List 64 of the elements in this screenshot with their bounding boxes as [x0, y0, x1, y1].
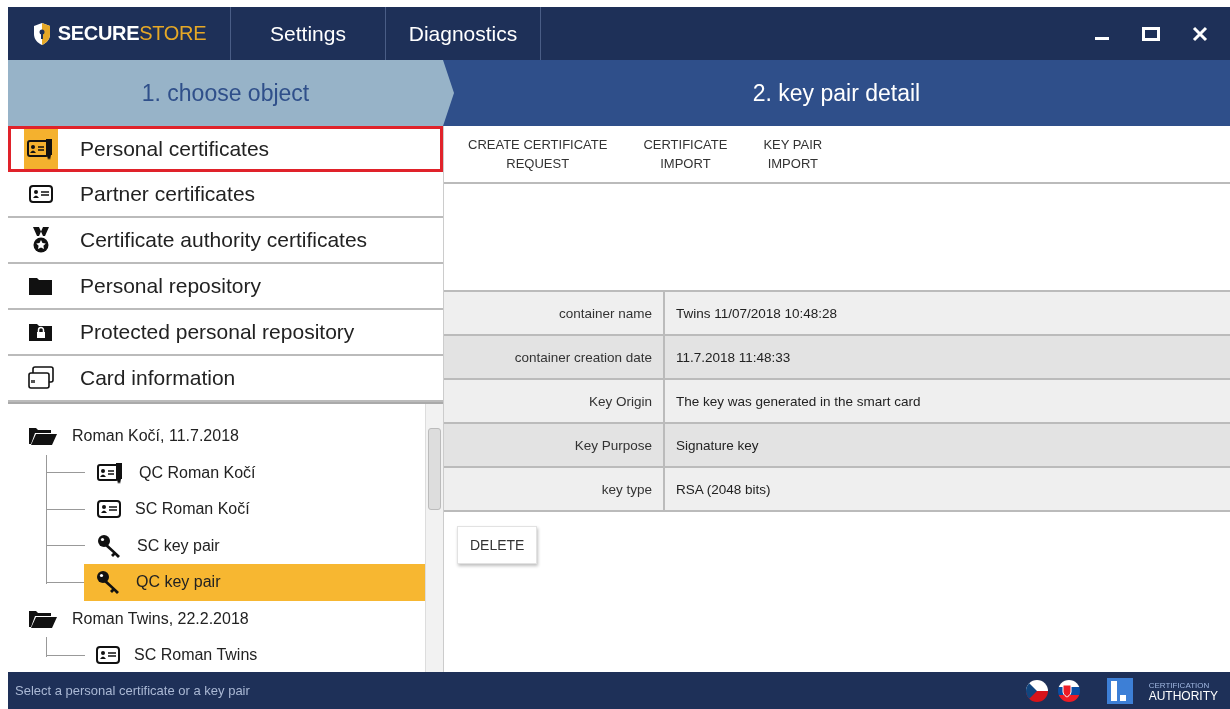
tree-item[interactable]: Roman Kočí, 11.7.2018 — [28, 418, 425, 455]
category-item[interactable]: Card information — [8, 356, 443, 402]
open-folder-icon — [28, 609, 58, 628]
tree-item[interactable]: Roman Twins, 22.2.2018 — [28, 600, 425, 637]
medal-icon — [31, 226, 51, 254]
tree-item[interactable]: QC key pair — [84, 564, 425, 601]
tree-label: Roman Kočí, 11.7.2018 — [72, 427, 239, 446]
category-label: Personal repository — [80, 274, 261, 298]
detail-value: 11.7.2018 11:48:33 — [675, 348, 791, 367]
delete-button[interactable]: DELETE — [457, 526, 538, 564]
detail-value: RSA (2048 bits) — [675, 480, 771, 499]
key-icon — [96, 570, 122, 595]
category-label: Protected personal repository — [80, 320, 355, 344]
detail-value: The key was generated in the smart card — [675, 392, 921, 411]
tree-label: QC key pair — [136, 573, 221, 592]
id-card-icon — [29, 185, 53, 203]
category-item[interactable]: Certificate authority certificates — [8, 218, 443, 264]
detail-label: key type — [444, 468, 665, 510]
authority-logo-icon — [1106, 677, 1133, 704]
category-label: Card information — [80, 366, 236, 390]
toolbar-button[interactable]: KEY PAIR IMPORT — [763, 135, 823, 173]
tree-item[interactable]: SC Roman Kočí — [85, 491, 425, 528]
detail-value: Signature key — [675, 436, 759, 455]
tree-item[interactable]: SC Roman Twins — [84, 637, 425, 672]
locked-folder-icon — [28, 321, 54, 343]
id-card-icon — [96, 646, 120, 665]
category-item[interactable]: Partner certificates — [8, 172, 443, 218]
category-item[interactable]: Personal repository — [8, 264, 443, 310]
tree-label: Roman Twins, 22.2.2018 — [72, 609, 249, 628]
wizard-step[interactable]: 1. choose object — [8, 60, 454, 126]
maximize-icon[interactable] — [1142, 25, 1160, 42]
status-message: Select a personal certificate or a key pair — [15, 683, 250, 698]
czech-flag-icon[interactable] — [1024, 678, 1049, 703]
certificate-seal-icon — [27, 138, 55, 160]
key-icon — [97, 533, 123, 558]
cards-icon — [28, 366, 54, 390]
toolbar-button[interactable]: CERTIFICATE IMPORT — [643, 135, 728, 173]
close-icon[interactable] — [1192, 25, 1208, 42]
category-item[interactable]: Personal certificates — [8, 126, 443, 172]
category-label: Partner certificates — [80, 182, 256, 206]
detail-label: container name — [444, 292, 665, 334]
tree-item[interactable]: QC Roman Kočí — [85, 454, 425, 491]
certificate-seal-icon — [97, 461, 125, 484]
tree-label: SC Roman Twins — [134, 646, 258, 665]
open-folder-icon — [28, 427, 58, 446]
tree-item[interactable]: SC key pair — [85, 527, 425, 564]
detail-label: Key Origin — [444, 380, 665, 422]
tree-label: QC Roman Kočí — [139, 463, 256, 482]
slovak-flag-icon[interactable] — [1056, 678, 1081, 703]
toolbar-button[interactable]: CREATE CERTIFICATE REQUEST — [468, 135, 608, 173]
detail-label: Key Purpose — [444, 424, 665, 466]
app-logo: SECURESTORE — [57, 22, 207, 45]
shield-icon — [31, 21, 52, 46]
category-label: Personal certificates — [80, 137, 270, 161]
id-card-icon — [97, 500, 121, 519]
category-label: Certificate authority certificates — [80, 228, 368, 252]
detail-label: container creation date — [444, 336, 665, 378]
tree-label: SC key pair — [137, 536, 220, 555]
folder-icon — [28, 275, 54, 297]
scrollbar[interactable] — [425, 404, 443, 672]
detail-value: Twins 11/07/2018 10:48:28 — [675, 304, 838, 323]
authority-logo-text: CERTIFICATION AUTHORITY — [1148, 679, 1218, 702]
category-item[interactable]: Protected personal repository — [8, 310, 443, 356]
tree-label: SC Roman Kočí — [135, 500, 250, 519]
